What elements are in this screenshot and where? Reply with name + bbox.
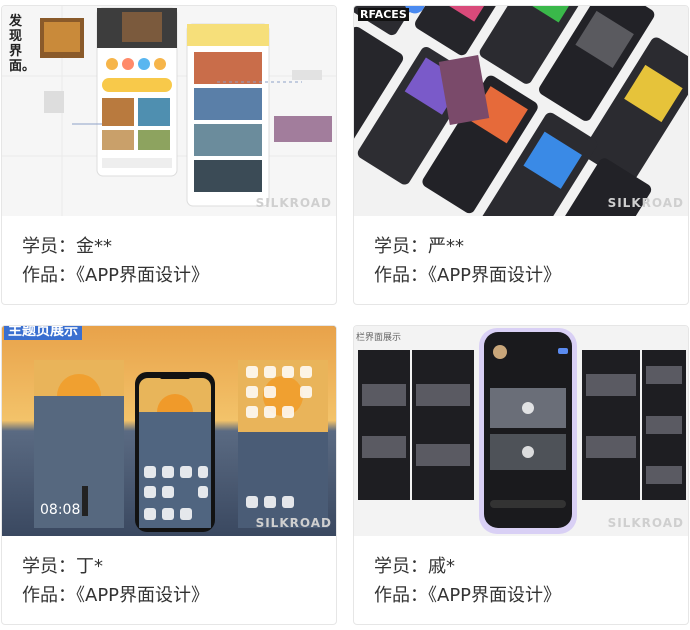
work-card-3[interactable]: 主题页展示 08:08 SILKROAD 学员：丁* 作品：《APP界面设计》: [1, 325, 337, 625]
work-line: 作品：《APP界面设计》: [374, 581, 561, 610]
student-label: 学员：: [374, 236, 428, 257]
work-card-2[interactable]: RFACES SILKROAD 学员：严** 作品：《APP界面设计》: [353, 5, 689, 305]
student-name: 金**: [76, 236, 112, 257]
work-label: 作品：: [22, 265, 76, 286]
work-card-4[interactable]: 栏界面展示 SILKROAD 学员：戚* 作品：《APP界面设计》: [353, 325, 689, 625]
student-name: 丁*: [76, 556, 103, 577]
student-line: 学员：丁*: [22, 552, 209, 581]
app-discover-mockup: [2, 6, 336, 216]
work-title: 《APP界面设计》: [428, 265, 562, 286]
work-line: 作品：《APP界面设计》: [22, 581, 209, 610]
thumb-title: 栏界面展示: [356, 333, 402, 343]
work-card-1[interactable]: 发现界面。 SILKROAD 学员：金** 作品：《APP界面设计》: [1, 5, 337, 305]
student-name: 严**: [428, 236, 464, 257]
thumb-title: 发现界面。: [9, 14, 36, 74]
student-label: 学员：: [22, 556, 76, 577]
student-name: 戚*: [428, 556, 455, 577]
work-thumbnail-1[interactable]: 发现界面。 SILKROAD: [2, 6, 336, 216]
work-title: 《APP界面设计》: [76, 265, 210, 286]
work-thumbnail-3[interactable]: 主题页展示 08:08 SILKROAD: [2, 326, 336, 536]
work-caption: 学员：严** 作品：《APP界面设计》: [374, 232, 561, 290]
student-line: 学员：金**: [22, 232, 209, 261]
thumb-title: 主题页展示: [4, 326, 82, 340]
work-caption: 学员：戚* 作品：《APP界面设计》: [374, 552, 561, 610]
thumb-title: RFACES: [358, 8, 409, 21]
student-line: 学员：严**: [374, 232, 561, 261]
work-line: 作品：《APP界面设计》: [374, 261, 561, 290]
silkroad-watermark: SILKROAD: [255, 516, 332, 530]
work-label: 作品：: [374, 585, 428, 606]
silkroad-watermark: SILKROAD: [255, 196, 332, 210]
work-caption: 学员：丁* 作品：《APP界面设计》: [22, 552, 209, 610]
work-thumbnail-4[interactable]: 栏界面展示 SILKROAD: [354, 326, 688, 536]
student-label: 学员：: [374, 556, 428, 577]
work-label: 作品：: [374, 265, 428, 286]
dark-app-mockup: [354, 6, 688, 216]
silkroad-watermark: SILKROAD: [607, 516, 684, 530]
lockscreen-clock: 08:08: [40, 502, 81, 518]
work-title: 《APP界面设计》: [76, 585, 210, 606]
silkroad-watermark: SILKROAD: [607, 196, 684, 210]
work-title: 《APP界面设计》: [428, 585, 562, 606]
work-line: 作品：《APP界面设计》: [22, 261, 209, 290]
work-caption: 学员：金** 作品：《APP界面设计》: [22, 232, 209, 290]
work-thumbnail-2[interactable]: RFACES SILKROAD: [354, 6, 688, 216]
car-app-mockup: [354, 326, 688, 536]
student-line: 学员：戚*: [374, 552, 561, 581]
work-label: 作品：: [22, 585, 76, 606]
student-label: 学员：: [22, 236, 76, 257]
